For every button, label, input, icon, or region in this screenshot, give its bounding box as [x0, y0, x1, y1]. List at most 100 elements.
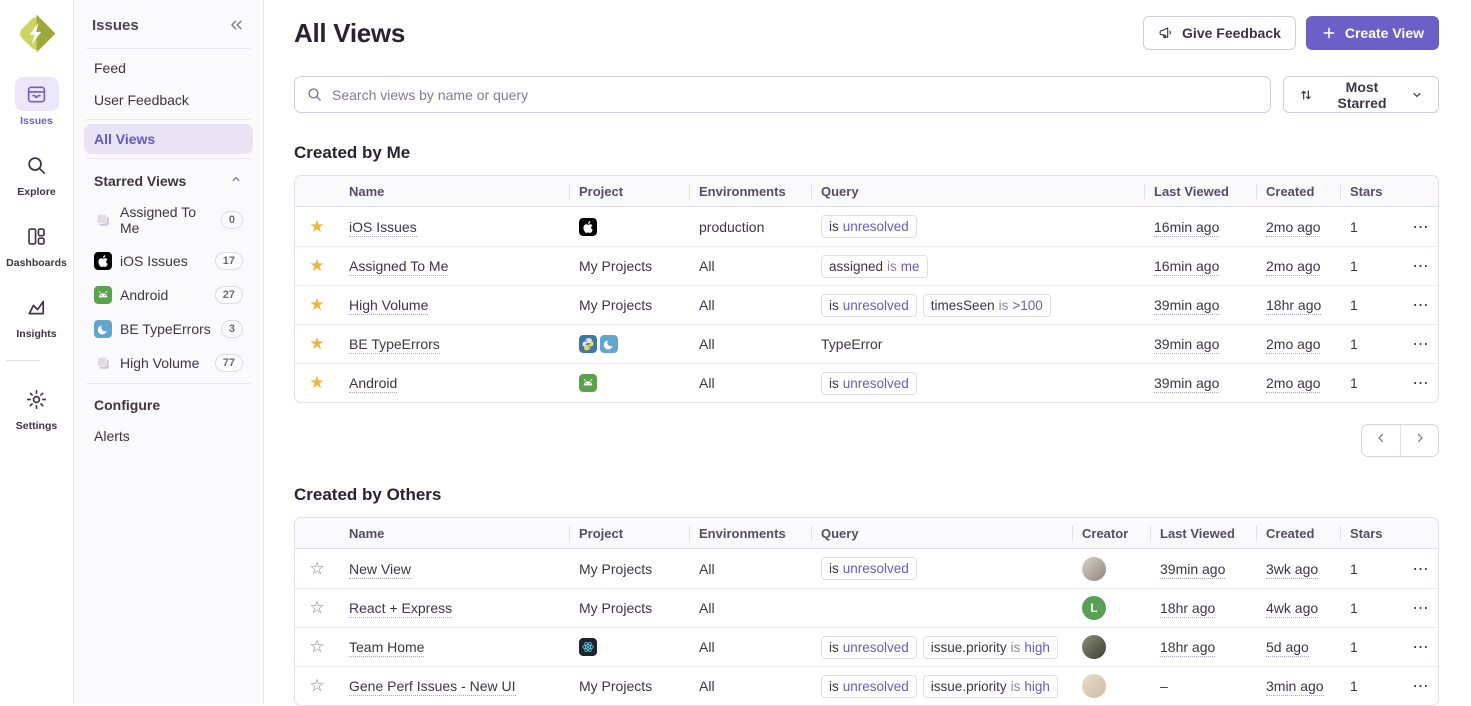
sidebar-header: Issues [84, 10, 253, 44]
last-viewed-cell: – [1150, 678, 1256, 694]
name-cell: Assigned To Me [339, 258, 569, 274]
rail-item-explore[interactable]: Explore [6, 148, 67, 198]
view-row[interactable]: ☆Gene Perf Issues - New UIMy ProjectsAll… [295, 666, 1438, 705]
view-row[interactable]: ★AndroidAllisunresolved39min ago2mo ago1… [295, 363, 1438, 402]
star-filled-icon[interactable]: ★ [309, 295, 324, 315]
row-menu-button[interactable]: ⋯ [1413, 217, 1430, 237]
stars-cell: 1 [1340, 678, 1394, 694]
star-filled-icon[interactable]: ★ [309, 334, 324, 354]
menu-cell: ⋯ [1394, 334, 1438, 354]
query-token: is [1011, 679, 1021, 694]
sidebar: Issues FeedUser Feedback All Views Starr… [74, 0, 264, 704]
star-outline-icon[interactable]: ☆ [309, 559, 324, 579]
star-outline-icon[interactable]: ☆ [309, 637, 324, 657]
query-cell: TypeError [811, 336, 1144, 352]
view-name-link[interactable]: Android [349, 375, 397, 393]
query-token: unresolved [843, 679, 909, 694]
starred-view-ios-issues[interactable]: iOS Issues17 [84, 245, 253, 277]
row-menu-button[interactable]: ⋯ [1413, 295, 1430, 315]
react-icon [579, 638, 597, 656]
row-menu-button[interactable]: ⋯ [1413, 373, 1430, 393]
view-name-link[interactable]: BE TypeErrors [349, 336, 440, 354]
view-name-link[interactable]: Gene Perf Issues - New UI [349, 678, 516, 696]
query-cell: isunresolvedissue.priorityishigh [811, 636, 1072, 659]
starred-view-high-volume[interactable]: High Volume77 [84, 347, 253, 379]
view-name-link[interactable]: New View [349, 561, 411, 579]
android-icon [579, 374, 597, 392]
environments-cell: All [689, 639, 811, 655]
starred-views-label: Starred Views [94, 173, 186, 189]
view-row[interactable]: ☆React + ExpressMy ProjectsAllL18hr ago4… [295, 588, 1438, 627]
rail-item-issues[interactable]: Issues [6, 77, 67, 127]
rail-item-label: Insights [16, 328, 56, 340]
view-name-link[interactable]: Team Home [349, 639, 424, 657]
created-value: 3wk ago [1266, 561, 1318, 579]
last-viewed-value: 39min ago [1154, 336, 1219, 354]
sort-button[interactable]: Most Starred [1283, 76, 1439, 113]
view-row[interactable]: ★BE TypeErrorsAllTypeError39min ago2mo a… [295, 324, 1438, 363]
created-cell: 2mo ago [1256, 258, 1340, 274]
table-body: ★iOS Issuesproductionisunresolved16min a… [295, 207, 1438, 402]
rail-item-insights[interactable]: Insights [6, 290, 67, 340]
create-view-button[interactable]: Create View [1306, 16, 1439, 50]
starred-view-assigned-to-me[interactable]: Assigned To Me0 [84, 197, 253, 243]
view-name-link[interactable]: High Volume [349, 297, 428, 315]
query-cell: assignedisme [811, 255, 1144, 278]
last-viewed-value: 18hr ago [1160, 600, 1215, 618]
query-token: high [1024, 640, 1050, 655]
toolbar: Most Starred [294, 76, 1439, 113]
environments-cell: All [689, 600, 811, 616]
view-row[interactable]: ★Assigned To MeMy ProjectsAllassignedism… [295, 246, 1438, 285]
give-feedback-button[interactable]: Give Feedback [1143, 16, 1296, 50]
megaphone-icon [1158, 25, 1174, 41]
sidebar-item-feed[interactable]: Feed [84, 53, 253, 83]
view-name-link[interactable]: iOS Issues [349, 219, 417, 237]
last-viewed-cell: 39min ago [1144, 336, 1256, 352]
placeholder-icon [94, 211, 112, 229]
created-value: 2mo ago [1266, 258, 1320, 276]
row-menu-button[interactable]: ⋯ [1413, 637, 1430, 657]
menu-cell: ⋯ [1394, 637, 1438, 657]
star-filled-icon[interactable]: ★ [309, 217, 324, 237]
star-filled-icon[interactable]: ★ [309, 373, 324, 393]
next-page-button[interactable] [1400, 425, 1438, 456]
starred-view-be-typeerrors[interactable]: BE TypeErrors3 [84, 313, 253, 345]
view-row[interactable]: ☆New ViewMy ProjectsAllisunresolved39min… [295, 549, 1438, 588]
starred-views-section-header[interactable]: Starred Views [84, 163, 253, 195]
sidebar-item-user-feedback[interactable]: User Feedback [84, 85, 253, 115]
last-viewed-cell: 16min ago [1144, 219, 1256, 235]
sidebar-item-alerts[interactable]: Alerts [84, 421, 253, 451]
row-menu-button[interactable]: ⋯ [1413, 598, 1430, 618]
row-menu-button[interactable]: ⋯ [1413, 334, 1430, 354]
view-name-link[interactable]: React + Express [349, 600, 452, 618]
project-icons [579, 638, 689, 656]
star-outline-icon[interactable]: ☆ [309, 598, 324, 618]
collapse-sidebar-icon[interactable] [227, 16, 245, 34]
previous-page-button[interactable] [1362, 425, 1400, 456]
rail-item-dashboards[interactable]: Dashboards [6, 219, 67, 269]
view-row[interactable]: ☆ Team Home Allisunresolvedissue.priorityi… [295, 627, 1438, 666]
project-cell: My Projects [569, 600, 689, 616]
created-cell: 2mo ago [1256, 336, 1340, 352]
python-icon [579, 335, 597, 353]
created-cell: 4wk ago [1256, 600, 1340, 616]
starred-view-android[interactable]: Android27 [84, 279, 253, 311]
star-filled-icon[interactable]: ★ [309, 256, 324, 276]
issue-count-badge: 3 [221, 320, 243, 338]
row-menu-button[interactable]: ⋯ [1413, 256, 1430, 276]
project-cell [569, 218, 689, 236]
row-menu-button[interactable]: ⋯ [1413, 559, 1430, 579]
star-outline-icon[interactable]: ☆ [309, 676, 324, 696]
rail-item-settings[interactable]: Settings [6, 382, 67, 432]
view-row[interactable]: ★iOS Issuesproductionisunresolved16min a… [295, 207, 1438, 246]
view-name-link[interactable]: Assigned To Me [349, 258, 448, 276]
search-input[interactable] [294, 76, 1271, 113]
issue-count-badge: 17 [215, 252, 243, 270]
sidebar-item-all-views[interactable]: All Views [84, 124, 253, 154]
divider [86, 119, 251, 120]
app-logo[interactable] [14, 11, 59, 56]
environments-cell: All [689, 561, 811, 577]
view-row[interactable]: ★High VolumeMy ProjectsAllisunresolvedti… [295, 285, 1438, 324]
environments-cell: All [689, 297, 811, 313]
row-menu-button[interactable]: ⋯ [1413, 676, 1430, 696]
